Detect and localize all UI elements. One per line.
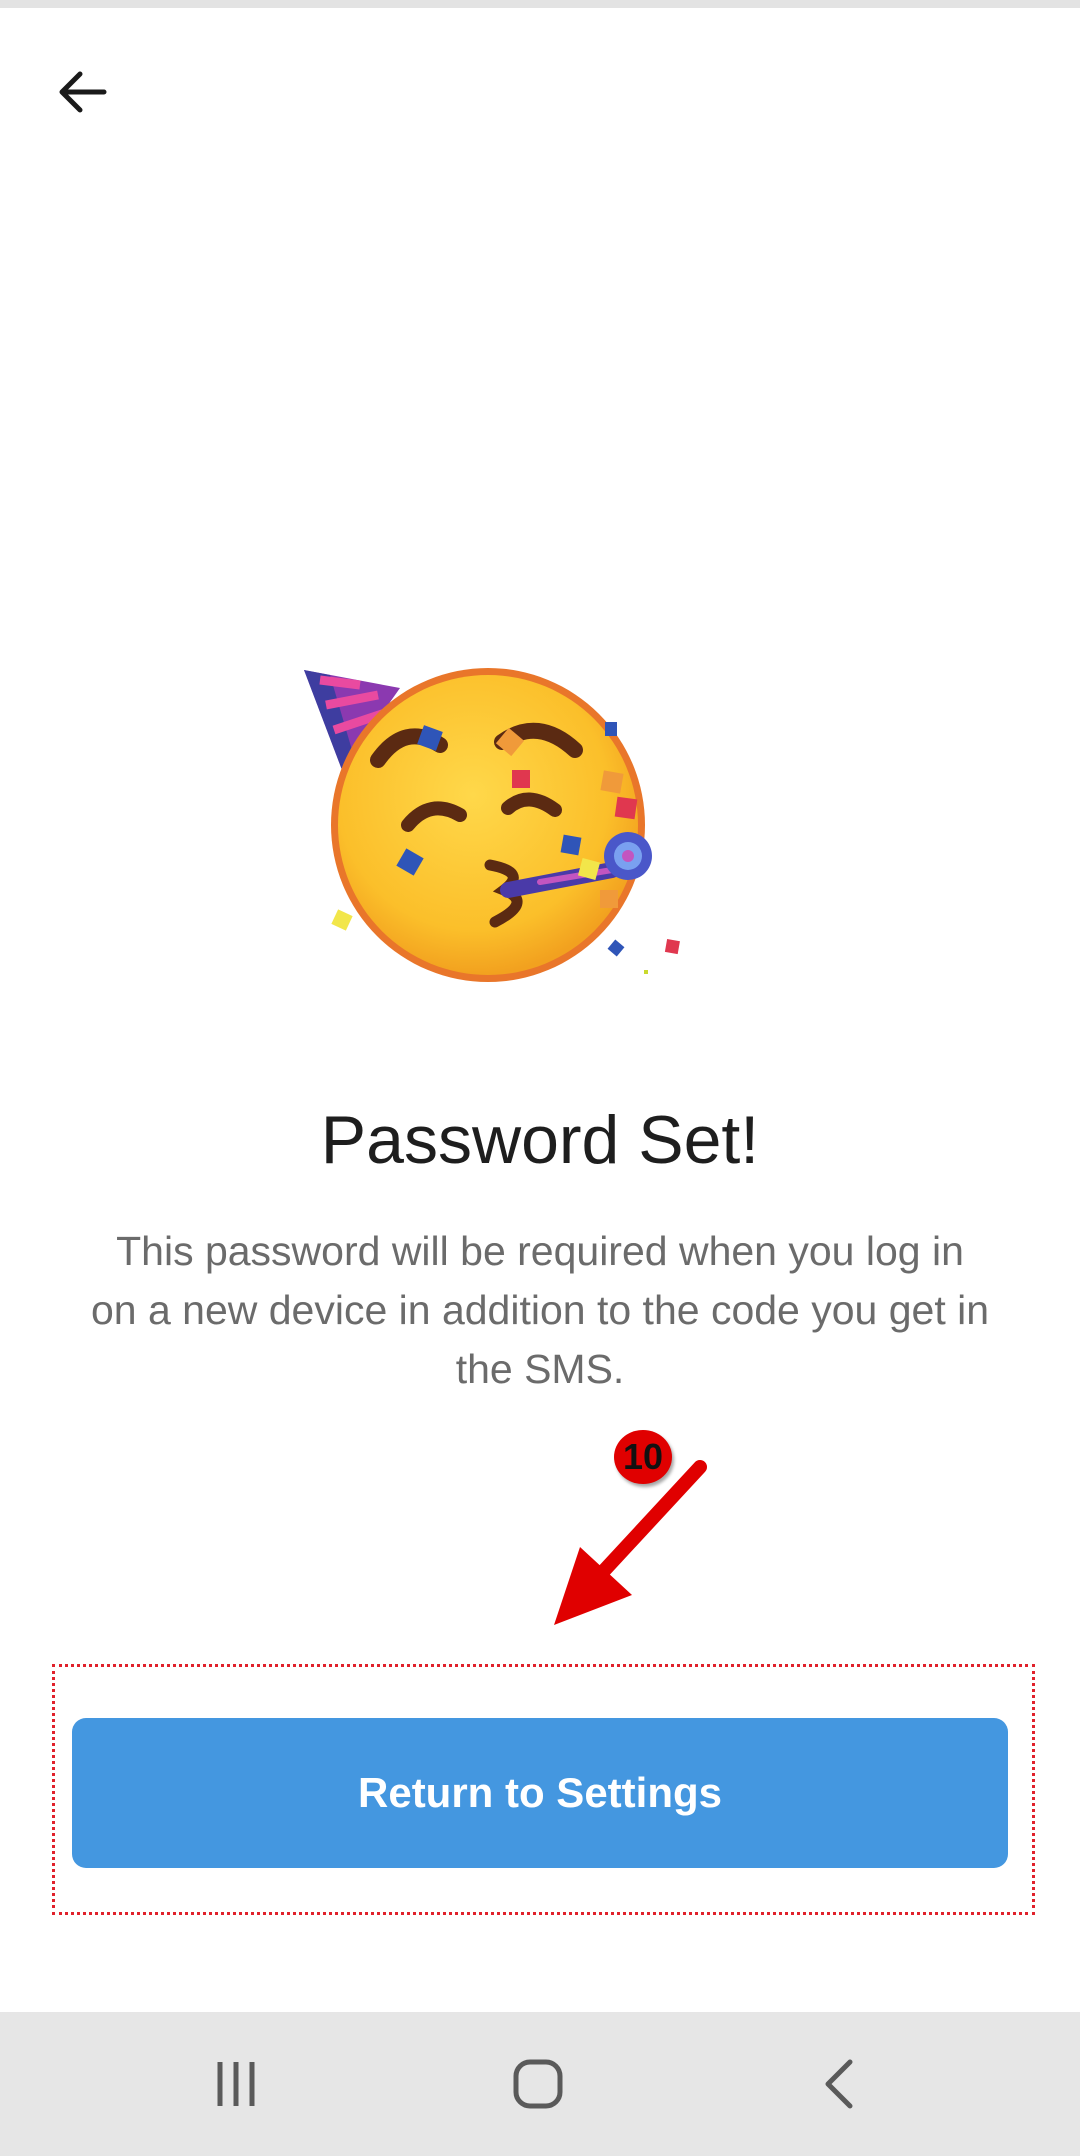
back-button[interactable] bbox=[42, 52, 122, 132]
recents-icon bbox=[217, 2062, 255, 2106]
recents-button[interactable] bbox=[156, 2012, 316, 2156]
party-face-icon bbox=[304, 668, 680, 982]
back-chevron-icon bbox=[825, 2059, 853, 2109]
home-button[interactable] bbox=[458, 2012, 618, 2156]
page-title: Password Set! bbox=[320, 1102, 760, 1178]
return-to-settings-button[interactable]: Return to Settings bbox=[72, 1718, 1008, 1868]
system-back-button[interactable] bbox=[760, 2012, 920, 2156]
party-emoji-illustration bbox=[290, 650, 710, 990]
password-set-screen: Password Set! This password will be requ… bbox=[0, 0, 1080, 2156]
status-bar bbox=[0, 0, 1080, 8]
system-nav-bar bbox=[0, 2012, 1080, 2156]
arrow-left-icon bbox=[59, 71, 107, 113]
pointer-arrow-icon bbox=[554, 1460, 707, 1625]
home-icon bbox=[513, 2059, 563, 2109]
description-text: This password will be required when you … bbox=[90, 1228, 990, 1392]
